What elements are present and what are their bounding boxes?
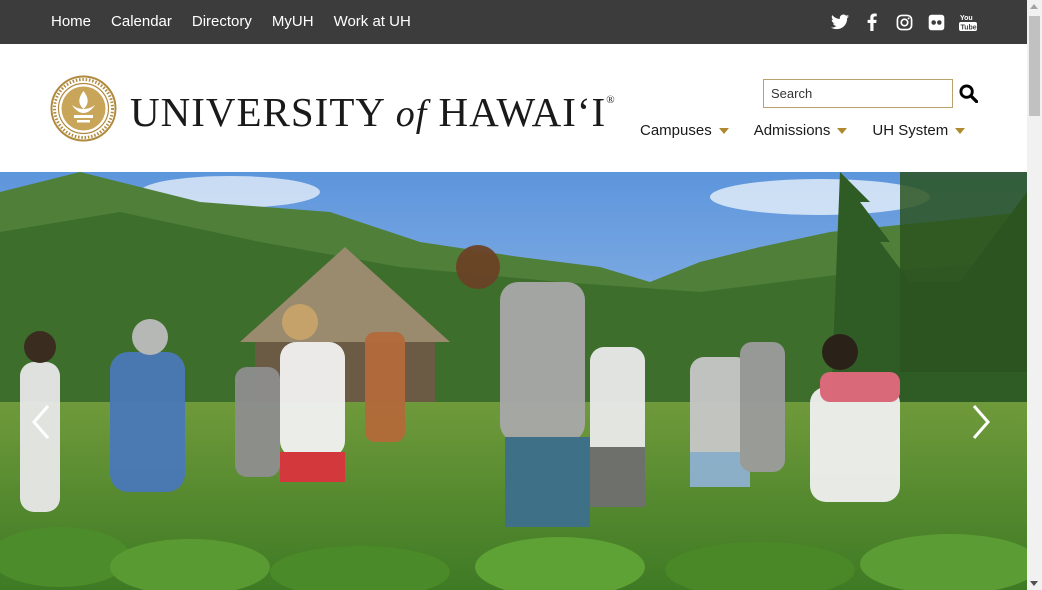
chevron-right-icon[interactable] [970,404,992,445]
utility-bar: Home Calendar Directory MyUH Work at UH … [0,0,1027,44]
registered-mark: ® [606,94,616,106]
youtube-icon[interactable]: You Tube [959,13,977,32]
flickr-icon[interactable] [927,13,945,31]
wordmark-hawaii: HAWAIʻI [438,89,607,135]
university-wordmark[interactable]: UNIVERSITY of HAWAIʻI® [130,88,616,136]
wordmark-of: of [395,93,428,135]
caret-down-icon [837,127,848,134]
chevron-left-icon[interactable] [30,404,52,445]
search-icon[interactable] [958,84,978,104]
nav-campuses[interactable]: Campuses [640,122,729,139]
hero-carousel [0,172,1027,590]
nav-link-home[interactable]: Home [41,0,101,44]
twitter-icon[interactable] [831,13,849,31]
facebook-icon[interactable] [863,13,881,31]
university-seal-logo[interactable] [50,75,117,142]
social-links: You Tube [831,0,977,44]
svg-text:Tube: Tube [961,25,977,32]
nav-link-myuh[interactable]: MyUH [262,0,324,44]
nav-uh-system[interactable]: UH System [872,122,966,139]
nav-admissions-label: Admissions [753,122,831,139]
nav-uh-system-label: UH System [872,122,949,139]
site-header: UNIVERSITY of HAWAIʻI® Campuses Admissio… [0,44,1027,172]
caret-down-icon [955,127,966,134]
nav-campuses-label: Campuses [640,122,712,139]
utility-nav: Home Calendar Directory MyUH Work at UH [41,0,421,44]
wordmark-university: UNIVERSITY [130,89,385,135]
nav-link-calendar[interactable]: Calendar [101,0,182,44]
caret-down-icon [718,127,729,134]
search-form [763,79,978,108]
nav-link-directory[interactable]: Directory [182,0,262,44]
search-input[interactable] [763,79,953,108]
nav-admissions[interactable]: Admissions [754,122,848,139]
svg-text:You: You [960,15,973,22]
hero-photo [0,172,1027,590]
main-nav: Campuses Admissions UH System [640,122,966,139]
page-scrollbar[interactable] [1027,0,1042,590]
scroll-down-icon[interactable] [1030,581,1038,586]
instagram-icon[interactable] [895,13,913,31]
scrollbar-thumb[interactable] [1029,16,1040,116]
nav-link-work-at-uh[interactable]: Work at UH [324,0,421,44]
scroll-up-icon[interactable] [1030,4,1038,9]
